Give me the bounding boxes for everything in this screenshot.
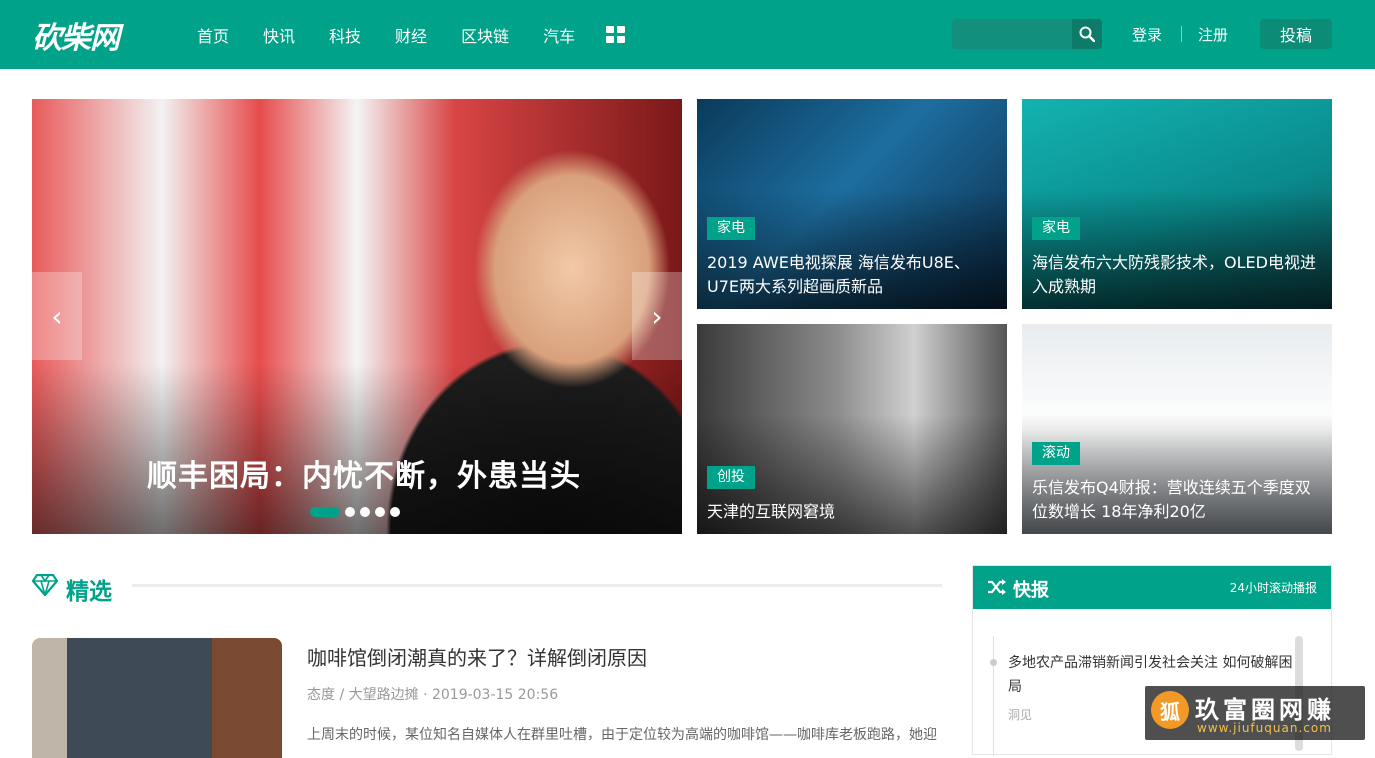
card-title[interactable]: 乐信发布Q4财报：营收连续五个季度双位数增长 18年净利20亿 bbox=[1032, 476, 1322, 524]
category-tag[interactable]: 创投 bbox=[707, 466, 755, 489]
watermark-text: 玖富圈网赚 bbox=[1195, 695, 1335, 724]
card-title[interactable]: 天津的互联网窘境 bbox=[707, 500, 997, 524]
news-card-2[interactable]: 家电 海信发布六大防残影技术，OLED电视进入成熟期 bbox=[1022, 99, 1332, 309]
nav-tech[interactable]: 科技 bbox=[329, 23, 361, 47]
carousel-dot-1[interactable] bbox=[310, 507, 340, 517]
shuffle-icon bbox=[988, 579, 1006, 595]
site-logo[interactable]: 砍柴网 bbox=[32, 13, 120, 57]
hero-title[interactable]: 顺丰困局：内忧不断，外患当头 bbox=[147, 451, 581, 495]
carousel-indicators bbox=[310, 507, 405, 517]
flash-news-header: 快报 24小时滚动播报 bbox=[973, 566, 1331, 609]
category-tag[interactable]: 家电 bbox=[707, 217, 755, 240]
nav-blockchain[interactable]: 区块链 bbox=[461, 23, 509, 47]
article-meta: 态度 / 大望路边摊 · 2019-03-15 20:56 bbox=[307, 687, 559, 703]
nav-home[interactable]: 首页 bbox=[197, 23, 229, 47]
carousel-dot-2[interactable] bbox=[345, 507, 355, 517]
carousel-next-button[interactable]: › bbox=[632, 272, 682, 360]
card-title[interactable]: 海信发布六大防残影技术，OLED电视进入成熟期 bbox=[1032, 251, 1322, 299]
news-card-4[interactable]: 滚动 乐信发布Q4财报：营收连续五个季度双位数增长 18年净利20亿 bbox=[1022, 324, 1332, 534]
register-link[interactable]: 注册 bbox=[1198, 24, 1228, 45]
nav-flash[interactable]: 快讯 bbox=[263, 23, 295, 47]
news-card-3[interactable]: 创投 天津的互联网窘境 bbox=[697, 324, 1007, 534]
featured-section-header: 精选 bbox=[32, 570, 942, 605]
search-icon bbox=[1079, 26, 1095, 42]
timeline-line bbox=[993, 636, 994, 756]
category-tag[interactable]: 滚动 bbox=[1032, 442, 1080, 465]
article-thumbnail[interactable] bbox=[32, 638, 282, 758]
category-tag[interactable]: 家电 bbox=[1032, 217, 1080, 240]
fox-logo-icon: 狐 bbox=[1151, 691, 1189, 729]
section-title: 精选 bbox=[66, 579, 112, 605]
nav-finance[interactable]: 财经 bbox=[395, 23, 427, 47]
watermark-url: www.jiufuquan.com bbox=[1197, 721, 1332, 735]
carousel-dot-4[interactable] bbox=[375, 507, 385, 517]
main-nav: 首页 快讯 科技 财经 区块链 汽车 bbox=[180, 0, 626, 69]
watermark-overlay: 狐 玖富圈网赚 www.jiufuquan.com bbox=[1145, 686, 1365, 740]
search-button[interactable] bbox=[1072, 19, 1102, 49]
carousel-prev-button[interactable]: ‹ bbox=[32, 272, 82, 360]
grid-menu-icon[interactable] bbox=[606, 26, 626, 43]
news-card-1[interactable]: 家电 2019 AWE电视探展 海信发布U8E、U7E两大系列超画质新品 bbox=[697, 99, 1007, 309]
hero-carousel[interactable]: ‹ › 顺丰困局：内忧不断，外患当头 bbox=[32, 99, 682, 534]
flash-news-title: 快报 bbox=[1013, 580, 1049, 601]
carousel-dot-3[interactable] bbox=[360, 507, 370, 517]
article-excerpt: 上周末的时候，某位知名自媒体人在群里吐槽，由于定位较为高端的咖啡馆——咖啡库老板… bbox=[307, 727, 937, 743]
auth-divider bbox=[1181, 26, 1182, 42]
search-input[interactable] bbox=[952, 19, 1072, 49]
top-header: 砍柴网 首页 快讯 科技 财经 区块链 汽车 登录 注册 投稿 bbox=[0, 0, 1375, 69]
submit-article-button[interactable]: 投稿 bbox=[1260, 19, 1332, 49]
diamond-icon bbox=[32, 574, 58, 596]
flash-news-subtitle: 24小时滚动播报 bbox=[1229, 581, 1317, 595]
login-link[interactable]: 登录 bbox=[1132, 24, 1162, 45]
card-title[interactable]: 2019 AWE电视探展 海信发布U8E、U7E两大系列超画质新品 bbox=[707, 251, 997, 299]
flash-news-source: 洞见 bbox=[1008, 708, 1033, 722]
timeline-dot bbox=[990, 659, 997, 666]
carousel-dot-5[interactable] bbox=[390, 507, 400, 517]
nav-auto[interactable]: 汽车 bbox=[543, 23, 575, 47]
section-divider bbox=[132, 584, 942, 587]
article-title[interactable]: 咖啡馆倒闭潮真的来了？详解倒闭原因 bbox=[307, 642, 647, 671]
